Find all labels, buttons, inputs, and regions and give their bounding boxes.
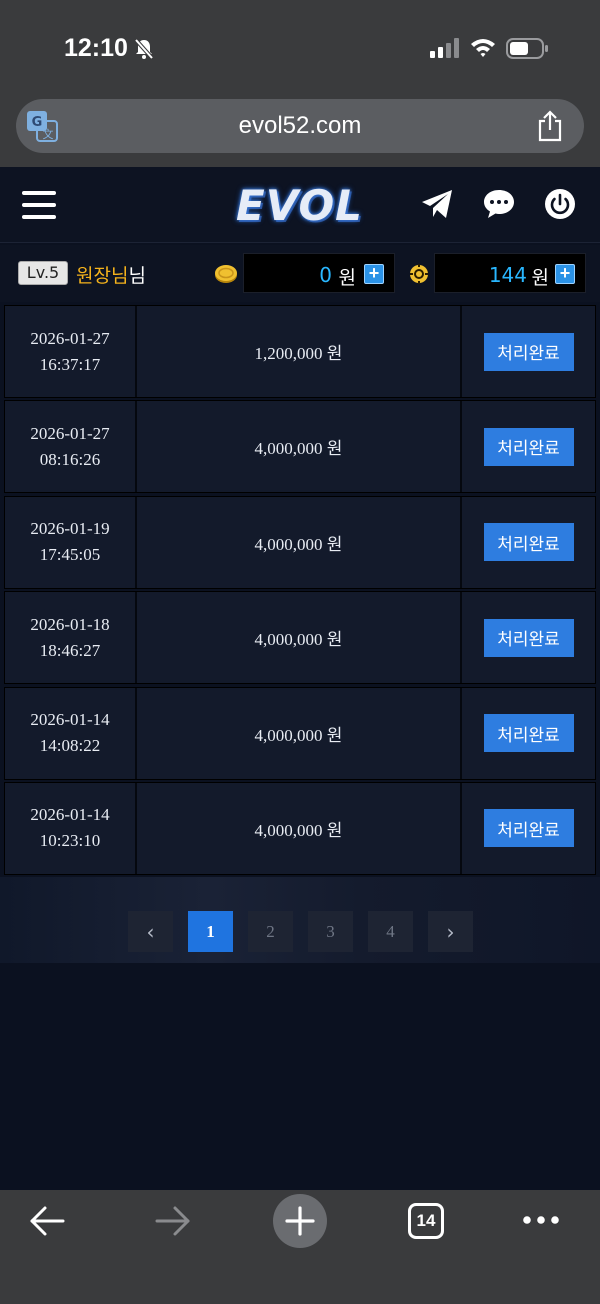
date-cell: 2026-01-14 14:08:22 — [5, 687, 137, 779]
user-bar: Lv.5 원장님님 0 원 + 144 원 + — [0, 245, 600, 302]
table-row: 2026-01-27 16:37:17 1,200,000 원 처리완료 — [4, 305, 596, 398]
status-cell: 처리완료 — [462, 497, 595, 588]
amount-cell: 4,000,000 원 — [137, 592, 462, 684]
time: 10:23:10 — [39, 831, 101, 851]
date-cell: 2026-01-19 17:45:05 — [5, 496, 137, 588]
status-button[interactable]: 처리완료 — [483, 332, 574, 371]
date: 2026-01-14 — [30, 805, 110, 825]
new-tab-icon[interactable] — [272, 1193, 328, 1249]
status-cell: 처리완료 — [462, 592, 595, 683]
point-balance-unit: 원 — [531, 267, 549, 289]
date-cell: 2026-01-18 18:46:27 — [5, 592, 137, 684]
more-icon[interactable] — [522, 1215, 560, 1225]
status-button[interactable]: 처리완료 — [483, 618, 574, 657]
status-cell: 처리완료 — [462, 783, 595, 874]
status-cell: 처리완료 — [462, 401, 595, 492]
site-header: EVOL — [0, 167, 600, 243]
signal-icon — [430, 38, 459, 58]
address-bar[interactable]: G 文 evol52.com — [16, 99, 584, 153]
date-cell: 2026-01-14 10:23:10 — [5, 782, 137, 874]
power-icon[interactable] — [543, 187, 577, 221]
page-button-3[interactable]: 3 — [308, 911, 353, 952]
url-text[interactable]: evol52.com — [16, 112, 584, 140]
tabs-count-icon[interactable]: 14 — [408, 1203, 444, 1239]
chat-icon[interactable] — [482, 187, 516, 221]
forward-arrow-icon[interactable] — [154, 1204, 192, 1238]
prev-page-button[interactable]: ‹ — [128, 911, 173, 952]
status-button[interactable]: 처리완료 — [483, 427, 574, 466]
transaction-table: 2026-01-27 16:37:17 1,200,000 원 처리완료 2026… — [4, 305, 596, 877]
username: 원장님님 — [76, 261, 146, 288]
coin-icon — [215, 265, 237, 283]
menu-icon[interactable] — [22, 191, 56, 219]
cash-balance-box: 0 원 + — [243, 253, 395, 293]
wifi-icon — [471, 39, 495, 57]
level-badge: Lv.5 — [18, 261, 68, 285]
cash-add-button[interactable]: + — [364, 264, 384, 284]
table-row: 2026-01-14 14:08:22 4,000,000 원 처리완료 — [4, 686, 596, 780]
table-row: 2026-01-19 17:45:05 4,000,000 원 처리완료 — [4, 495, 596, 589]
status-time: 12:10 — [64, 34, 128, 62]
site-logo[interactable]: EVOL — [236, 181, 366, 230]
back-arrow-icon[interactable] — [28, 1204, 66, 1238]
battery-icon — [506, 38, 548, 59]
date: 2026-01-27 — [30, 328, 110, 348]
date: 2026-01-27 — [30, 423, 110, 443]
date: 2026-01-19 — [30, 519, 110, 539]
point-balance-value: 144 — [488, 263, 527, 287]
time: 14:08:22 — [39, 736, 101, 756]
date: 2026-01-14 — [30, 710, 110, 730]
pagination: ‹ 1 2 3 4 › — [128, 911, 488, 952]
bell-off-icon — [134, 38, 154, 60]
page-button-4[interactable]: 4 — [368, 911, 413, 952]
status-cell: 처리완료 — [462, 306, 595, 397]
table-row: 2026-01-14 10:23:10 4,000,000 원 처리완료 — [4, 781, 596, 875]
share-icon[interactable] — [536, 110, 564, 142]
date: 2026-01-18 — [30, 614, 110, 634]
status-button[interactable]: 처리완료 — [483, 714, 574, 753]
date-cell: 2026-01-27 08:16:26 — [5, 401, 137, 493]
username-suffix: 님 — [128, 265, 146, 287]
point-balance-box: 144 원 + — [434, 253, 586, 293]
time: 17:45:05 — [39, 545, 101, 565]
page-button-1[interactable]: 1 — [188, 911, 233, 952]
pagination-area: ‹ 1 2 3 4 › — [0, 877, 600, 963]
amount-cell: 4,000,000 원 — [137, 496, 462, 588]
time: 08:16:26 — [39, 449, 101, 469]
next-page-button[interactable]: › — [428, 911, 473, 952]
username-text: 원장님 — [76, 265, 129, 287]
cash-balance-value: 0 — [319, 263, 332, 287]
status-bar: 12:10 — [0, 0, 600, 96]
cash-balance-unit: 원 — [338, 267, 356, 289]
site-content: EVOL Lv.5 원장님님 0 원 + 144 원 + 2026-01-27 … — [0, 167, 600, 1190]
status-cell: 처리완료 — [462, 688, 595, 779]
table-row: 2026-01-27 08:16:26 4,000,000 원 처리완료 — [4, 400, 596, 494]
amount-cell: 4,000,000 원 — [137, 782, 462, 874]
time: 16:37:17 — [39, 354, 101, 374]
amount-cell: 1,200,000 원 — [137, 306, 462, 397]
amount-cell: 4,000,000 원 — [137, 687, 462, 779]
page-button-2[interactable]: 2 — [248, 911, 293, 952]
status-button[interactable]: 처리완료 — [483, 809, 574, 848]
point-add-button[interactable]: + — [555, 264, 575, 284]
chip-icon — [410, 264, 428, 284]
amount-cell: 4,000,000 원 — [137, 401, 462, 493]
table-row: 2026-01-18 18:46:27 4,000,000 원 처리완료 — [4, 591, 596, 685]
time: 18:46:27 — [39, 640, 101, 660]
telegram-icon[interactable] — [420, 187, 454, 221]
status-button[interactable]: 처리완료 — [483, 523, 574, 562]
browser-toolbar: 14 — [0, 1190, 600, 1304]
date-cell: 2026-01-27 16:37:17 — [5, 306, 137, 397]
